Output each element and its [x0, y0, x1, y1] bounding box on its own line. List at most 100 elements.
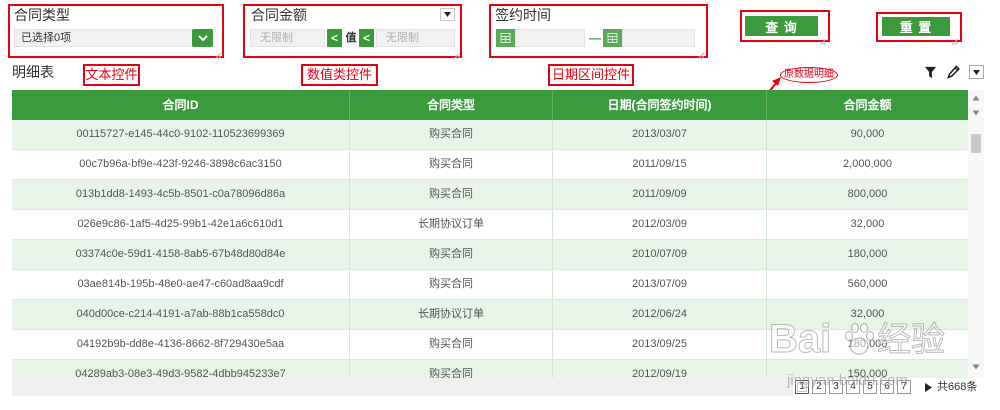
annotation-text-control: 文本控件: [83, 64, 140, 86]
end-date-calendar-button[interactable]: [603, 29, 622, 47]
pen-icon: [946, 65, 960, 79]
resize-grip[interactable]: [453, 46, 461, 60]
column-header-contract-type[interactable]: 合同类型: [350, 90, 553, 120]
cell-contract-type: 购买合同: [350, 150, 553, 179]
filter-button[interactable]: [923, 65, 937, 79]
contract-type-toggle-button[interactable]: [192, 29, 213, 47]
calendar-icon: [603, 29, 622, 47]
cell-contract-id: 04192b9b-dd8e-4136-8662-8f729430e5aa: [12, 330, 350, 359]
cell-contract-id: 040d00ce-c214-4191-a7ab-88b1ca558dc0: [12, 300, 350, 329]
table-row[interactable]: 026e9c86-1af5-4d25-99b1-42e1a6c610d1 长期协议…: [12, 210, 968, 240]
cell-contract-id: 00c7b96a-bf9e-423f-9246-3898c6ac3150: [12, 150, 350, 179]
resize-grip[interactable]: [819, 32, 827, 46]
cell-contract-amount: 180,000: [847, 248, 888, 260]
amount-options-button[interactable]: [440, 8, 455, 21]
chevron-down-icon: [197, 34, 208, 41]
amount-min-operator-button[interactable]: <: [327, 29, 342, 47]
cell-contract-amount: 800,000: [847, 188, 888, 200]
detail-table: 合同ID 合同类型 日期(合同签约时间) 合同金额 00115727-e145-…: [12, 90, 968, 378]
caret-down-icon: [973, 69, 980, 75]
cell-contract-amount: 32,000: [850, 308, 885, 320]
table-body: 00115727-e145-44c0-9102-110523699369 购买合同…: [12, 120, 968, 378]
reset-button[interactable]: 重 置: [882, 17, 950, 36]
table-row[interactable]: 03ae814b-195b-48e0-ae47-c60ad8aa9cdf 购买合同…: [12, 270, 968, 300]
date-range-separator: —: [589, 31, 601, 45]
cell-contract-type: 购买合同: [350, 180, 553, 209]
table-header: 合同ID 合同类型 日期(合同签约时间) 合同金额: [12, 90, 968, 120]
cell-contract-type: 购买合同: [350, 270, 553, 299]
page-button[interactable]: 2: [812, 380, 826, 394]
contract-type-filter: 合同类型 已选择0项: [8, 4, 224, 60]
column-header-sign-date[interactable]: 日期(合同签约时间): [553, 90, 767, 120]
filter-icon: [924, 66, 936, 78]
triangle-down-icon[interactable]: [972, 109, 980, 117]
resize-grip[interactable]: [951, 32, 959, 46]
reset-button-frame: 重 置: [876, 12, 962, 46]
column-header-contract-id[interactable]: 合同ID: [12, 90, 350, 120]
page-button[interactable]: 7: [897, 380, 911, 394]
table-row[interactable]: 040d00ce-c214-4191-a7ab-88b1ca558dc0 长期协议…: [12, 300, 968, 330]
cell-contract-id: 00115727-e145-44c0-9102-110523699369: [12, 120, 350, 149]
triangle-down-icon[interactable]: [972, 363, 980, 371]
cell-sign-date: 2011/09/09: [553, 180, 767, 209]
table-row[interactable]: 00c7b96a-bf9e-423f-9246-3898c6ac3150 购买合同…: [12, 150, 968, 180]
page-list: 1234567: [795, 379, 920, 395]
query-button[interactable]: 查 询: [745, 16, 818, 36]
table-row[interactable]: 03374c0e-59d1-4158-8ab5-67b48d80d84e 购买合同…: [12, 240, 968, 270]
query-button-frame: 查 询: [740, 10, 830, 46]
cell-contract-amount: 180,000: [847, 338, 888, 350]
contract-type-select[interactable]: 已选择0项: [14, 29, 213, 47]
page-button[interactable]: 6: [880, 380, 894, 394]
next-page-button[interactable]: [922, 380, 934, 394]
start-date-calendar-button[interactable]: [496, 29, 515, 47]
cell-contract-type: 购买合同: [350, 120, 553, 149]
table-row[interactable]: 04192b9b-dd8e-4136-8662-8f729430e5aa 购买合同…: [12, 330, 968, 360]
table-row[interactable]: 00115727-e145-44c0-9102-110523699369 购买合同…: [12, 120, 968, 150]
cell-contract-type: 长期协议订单: [350, 300, 553, 329]
cell-sign-date: 2012/06/24: [553, 300, 767, 329]
cell-contract-type: 购买合同: [350, 360, 553, 378]
amount-max-operator-button[interactable]: <: [359, 29, 374, 47]
table-row[interactable]: 013b1dd8-1493-4c5b-8501-c0a78096d86a 购买合同…: [12, 180, 968, 210]
cell-contract-amount: 150,000: [847, 368, 888, 378]
horizontal-scrollbar[interactable]: [12, 378, 793, 396]
resize-grip[interactable]: [697, 46, 705, 60]
triangle-right-icon: [924, 382, 932, 392]
cell-contract-id: 03374c0e-59d1-4158-8ab5-67b48d80d84e: [12, 240, 350, 269]
cell-contract-amount: 32,000: [850, 218, 885, 230]
contract-type-label: 合同类型: [14, 7, 70, 23]
page-button[interactable]: 5: [863, 380, 877, 394]
end-date-input[interactable]: [622, 29, 695, 47]
cell-contract-amount: 560,000: [847, 278, 888, 290]
cell-contract-id: 013b1dd8-1493-4c5b-8501-c0a78096d86a: [12, 180, 350, 209]
page-button[interactable]: 1: [795, 380, 809, 394]
annotation-date-range-control: 日期区间控件: [548, 64, 634, 86]
cell-contract-id: 03ae814b-195b-48e0-ae47-c60ad8aa9cdf: [12, 270, 350, 299]
page-button[interactable]: 3: [829, 380, 843, 394]
sign-date-label: 签约时间: [495, 7, 551, 23]
resize-grip[interactable]: [214, 46, 222, 60]
caret-down-icon: [444, 12, 451, 17]
column-header-contract-amount[interactable]: 合同金额: [767, 90, 968, 120]
cell-contract-id: 026e9c86-1af5-4d25-99b1-42e1a6c610d1: [12, 210, 350, 239]
cell-sign-date: 2012/03/09: [553, 210, 767, 239]
triangle-up-icon[interactable]: [972, 94, 980, 102]
cell-sign-date: 2010/07/09: [553, 240, 767, 269]
amount-value-label: 值: [345, 32, 357, 44]
page-button[interactable]: 4: [846, 380, 860, 394]
cell-sign-date: 2013/09/25: [553, 330, 767, 359]
table-menu-button[interactable]: [969, 65, 984, 79]
cell-sign-date: 2011/09/15: [553, 150, 767, 179]
sign-date-filter: 签约时间 —: [489, 4, 708, 60]
edit-button[interactable]: [946, 65, 960, 79]
amount-max-input[interactable]: [376, 29, 455, 47]
cell-contract-amount: 2,000,000: [843, 158, 892, 170]
start-date-input[interactable]: [515, 29, 585, 47]
cell-contract-type: 购买合同: [350, 240, 553, 269]
contract-type-selected-text: 已选择0项: [21, 32, 72, 44]
amount-min-input[interactable]: [250, 29, 325, 47]
pagination: 1234567 共668条: [795, 379, 987, 395]
scrollbar-thumb[interactable]: [971, 134, 981, 153]
table-row[interactable]: 04289ab3-08e3-49d3-9582-4dbb945233e7 购买合同…: [12, 360, 968, 378]
vertical-scrollbar[interactable]: [968, 90, 984, 378]
